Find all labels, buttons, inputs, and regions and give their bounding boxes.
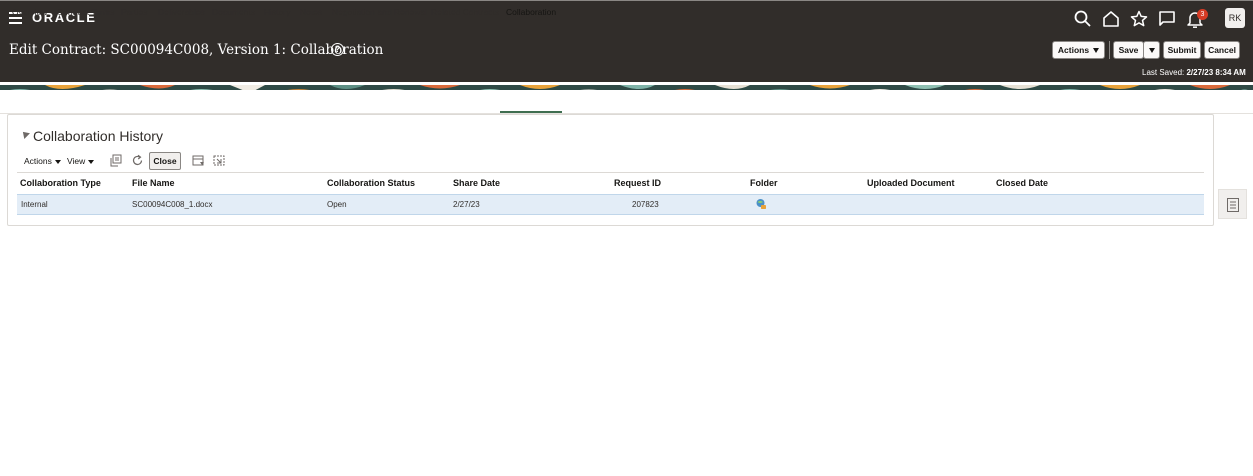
side-panel-button[interactable] — [1218, 189, 1247, 219]
column-header-closed-date[interactable]: Closed Date — [996, 178, 1048, 188]
column-header-request-id[interactable]: Request ID — [614, 178, 661, 188]
column-header-uploaded-document[interactable]: Uploaded Document — [867, 178, 955, 188]
column-header-collaboration-type[interactable]: Collaboration Type — [20, 178, 101, 188]
column-header-share-date[interactable]: Share Date — [453, 178, 500, 188]
help-icon[interactable]: ? — [331, 43, 344, 56]
table-actions-label: Actions — [24, 156, 52, 166]
page-title: Edit Contract: SC00094C008, Version 1: C… — [9, 42, 384, 58]
save-button[interactable]: Save — [1113, 41, 1144, 59]
tab-parties[interactable]: Parties — [121, 7, 147, 17]
last-saved: Last Saved: 2/27/23 8:34 AM — [1142, 68, 1246, 77]
section-title: Collaboration History — [33, 128, 163, 144]
star-icon[interactable] — [1129, 9, 1149, 29]
home-icon[interactable] — [1101, 9, 1121, 29]
cell-share-date: 2/27/23 — [453, 200, 480, 209]
freeze-columns-icon[interactable] — [192, 154, 205, 167]
search-icon[interactable] — [1073, 9, 1093, 29]
chevron-down-icon — [1093, 48, 1100, 54]
submit-button[interactable]: Submit — [1163, 41, 1201, 59]
tab-bar — [0, 90, 1253, 114]
tab-documents[interactable]: Documents — [212, 7, 255, 17]
chevron-down-icon — [88, 159, 95, 164]
flag-icon[interactable] — [1157, 9, 1177, 29]
tab-deliverables[interactable]: Deliverables — [158, 7, 205, 17]
tab-history[interactable]: History — [264, 7, 290, 17]
active-tab-indicator — [500, 111, 562, 113]
table-header-divider — [17, 172, 1204, 173]
chevron-down-icon — [1148, 48, 1155, 54]
table-view-menu[interactable]: View — [67, 156, 95, 166]
chevron-down-icon — [54, 159, 61, 164]
table-view-label: View — [67, 156, 86, 166]
tab-notes[interactable]: Notes — [300, 7, 322, 17]
tab-contract-terms[interactable]: Contract Terms — [57, 7, 114, 17]
tab-related-contracts[interactable]: Related Contracts — [431, 7, 499, 17]
column-header-file-name[interactable]: File Name — [132, 178, 175, 188]
header-actions-button[interactable]: Actions — [1052, 41, 1105, 59]
notification-badge: 3 — [1197, 9, 1208, 20]
tab-overview[interactable]: Overview — [12, 7, 47, 17]
top-divider — [0, 0, 1253, 1]
last-saved-value: 2/27/23 8:34 AM — [1186, 68, 1246, 77]
table-actions-menu[interactable]: Actions — [24, 156, 61, 166]
close-button[interactable]: Close — [149, 152, 181, 170]
save-menu-button[interactable] — [1143, 41, 1160, 59]
cell-collaboration-type: Internal — [21, 200, 48, 209]
wrap-icon[interactable] — [213, 154, 226, 167]
cancel-button[interactable]: Cancel — [1204, 41, 1240, 59]
cell-request-id: 207823 — [632, 200, 659, 209]
header-actions-label: Actions — [1057, 45, 1090, 55]
column-header-collaboration-status[interactable]: Collaboration Status — [327, 178, 415, 188]
toolbar-separator — [1109, 41, 1110, 59]
cell-file-name: SC00094C008_1.docx — [132, 200, 213, 209]
last-saved-label: Last Saved: — [1142, 68, 1185, 77]
folder-icon[interactable] — [755, 198, 767, 210]
document-icon — [1227, 198, 1239, 212]
cell-collaboration-status: Open — [327, 200, 347, 209]
tab-collaboration[interactable]: Collaboration — [506, 7, 556, 17]
detach-icon[interactable] — [110, 154, 123, 167]
decorative-banner — [0, 82, 1253, 90]
tab-negotiation-and-renewal[interactable]: Negotiation and Renewal — [332, 7, 427, 17]
refresh-icon[interactable] — [131, 154, 144, 167]
column-header-folder[interactable]: Folder — [750, 178, 778, 188]
user-avatar[interactable]: RK — [1225, 8, 1245, 28]
